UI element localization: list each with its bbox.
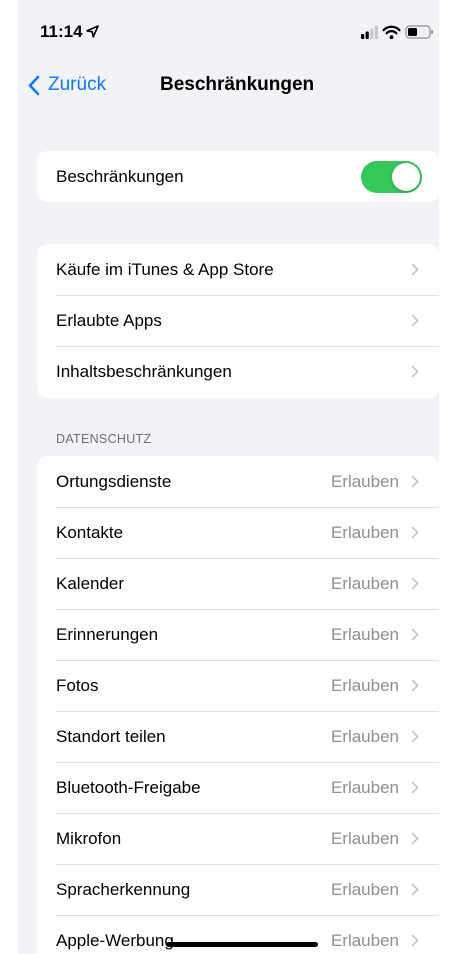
- privacy-item-value: Erlauben: [330, 726, 399, 746]
- settings-screen: 11:14 Zurück Beschränkungen Beschränkung…: [18, 0, 439, 954]
- chevron-right-icon: [411, 883, 419, 896]
- chevron-right-icon: [411, 934, 419, 947]
- privacy-item-apple-advertising[interactable]: Apple-Werbung Erlauben: [37, 915, 439, 954]
- privacy-item-value: Erlauben: [330, 828, 399, 848]
- privacy-item-label: Fotos: [56, 675, 99, 695]
- privacy-item-label: Kontakte: [56, 522, 124, 542]
- chevron-right-icon: [411, 679, 419, 692]
- privacy-item-value: Erlauben: [330, 930, 399, 950]
- location-arrow-icon: [85, 23, 99, 43]
- chevron-right-icon: [411, 475, 419, 488]
- chevron-right-icon: [411, 628, 419, 641]
- status-bar: 11:14: [18, 0, 439, 62]
- privacy-item-value: Erlauben: [330, 777, 399, 797]
- privacy-item-reminders[interactable]: Erinnerungen Erlauben: [37, 609, 439, 660]
- chevron-right-icon: [411, 365, 419, 378]
- home-indicator[interactable]: [166, 942, 318, 947]
- privacy-item-label: Bluetooth-Freigabe: [56, 777, 201, 797]
- privacy-section-header: DATENSCHUTZ: [56, 432, 152, 446]
- menu-item-label: Erlaubte Apps: [56, 310, 162, 330]
- menu-item-label: Käufe im iTunes & App Store: [56, 259, 274, 279]
- toggle-knob: [392, 163, 420, 191]
- menu-item-itunes-app-store[interactable]: Käufe im iTunes & App Store: [37, 244, 439, 295]
- status-time: 11:14: [40, 22, 99, 43]
- privacy-item-value: Erlauben: [330, 879, 399, 899]
- chevron-right-icon: [411, 314, 419, 327]
- chevron-right-icon: [411, 263, 419, 276]
- chevron-right-icon: [411, 730, 419, 743]
- navigation-bar: Zurück Beschränkungen: [18, 62, 439, 110]
- back-button[interactable]: Zurück: [28, 72, 106, 98]
- chevron-right-icon: [411, 832, 419, 845]
- privacy-item-microphone[interactable]: Mikrofon Erlauben: [37, 813, 439, 864]
- menu-item-allowed-apps[interactable]: Erlaubte Apps: [37, 295, 439, 346]
- restrictions-toggle-group: Beschränkungen: [37, 151, 439, 202]
- battery-icon: [405, 25, 433, 39]
- privacy-item-speech-recognition[interactable]: Spracherkennung Erlauben: [37, 864, 439, 915]
- back-button-label: Zurück: [48, 74, 107, 95]
- privacy-item-value: Erlauben: [330, 573, 399, 593]
- privacy-item-label: Apple-Werbung: [56, 930, 174, 950]
- privacy-item-share-location[interactable]: Standort teilen Erlauben: [37, 711, 439, 762]
- privacy-group: Ortungsdienste Erlauben Kontakte Erlaube…: [37, 456, 439, 954]
- privacy-item-value: Erlauben: [330, 675, 399, 695]
- privacy-item-label: Standort teilen: [56, 726, 166, 746]
- restrictions-toggle-row: Beschränkungen: [37, 151, 439, 202]
- privacy-item-label: Mikrofon: [56, 828, 122, 848]
- page-title: Beschränkungen: [160, 74, 315, 95]
- privacy-item-label: Erinnerungen: [56, 624, 159, 644]
- status-time-label: 11:14: [40, 22, 83, 41]
- privacy-item-label: Kalender: [56, 573, 125, 593]
- privacy-item-bluetooth-sharing[interactable]: Bluetooth-Freigabe Erlauben: [37, 762, 439, 813]
- privacy-item-photos[interactable]: Fotos Erlauben: [37, 660, 439, 711]
- chevron-right-icon: [411, 526, 419, 539]
- privacy-item-label: Spracherkennung: [56, 879, 191, 899]
- privacy-item-value: Erlauben: [330, 522, 399, 542]
- wifi-icon: [382, 25, 401, 40]
- chevron-left-icon: [28, 75, 40, 95]
- restrictions-toggle-switch[interactable]: [361, 161, 422, 193]
- privacy-item-calendar[interactable]: Kalender Erlauben: [37, 558, 439, 609]
- chevron-right-icon: [411, 781, 419, 794]
- privacy-item-value: Erlauben: [330, 624, 399, 644]
- chevron-right-icon: [411, 577, 419, 590]
- privacy-item-contacts[interactable]: Kontakte Erlauben: [37, 507, 439, 558]
- cellular-signal-icon: [361, 25, 378, 39]
- privacy-item-location-services[interactable]: Ortungsdienste Erlauben: [37, 456, 439, 507]
- menu-item-label: Inhaltsbeschränkungen: [56, 361, 232, 381]
- menu-item-content-restrictions[interactable]: Inhaltsbeschränkungen: [37, 346, 439, 397]
- status-indicators: [361, 24, 439, 40]
- privacy-item-value: Erlauben: [330, 471, 399, 491]
- restrictions-menu-group: Käufe im iTunes & App Store Erlaubte App…: [37, 244, 439, 398]
- privacy-item-label: Ortungsdienste: [56, 471, 172, 491]
